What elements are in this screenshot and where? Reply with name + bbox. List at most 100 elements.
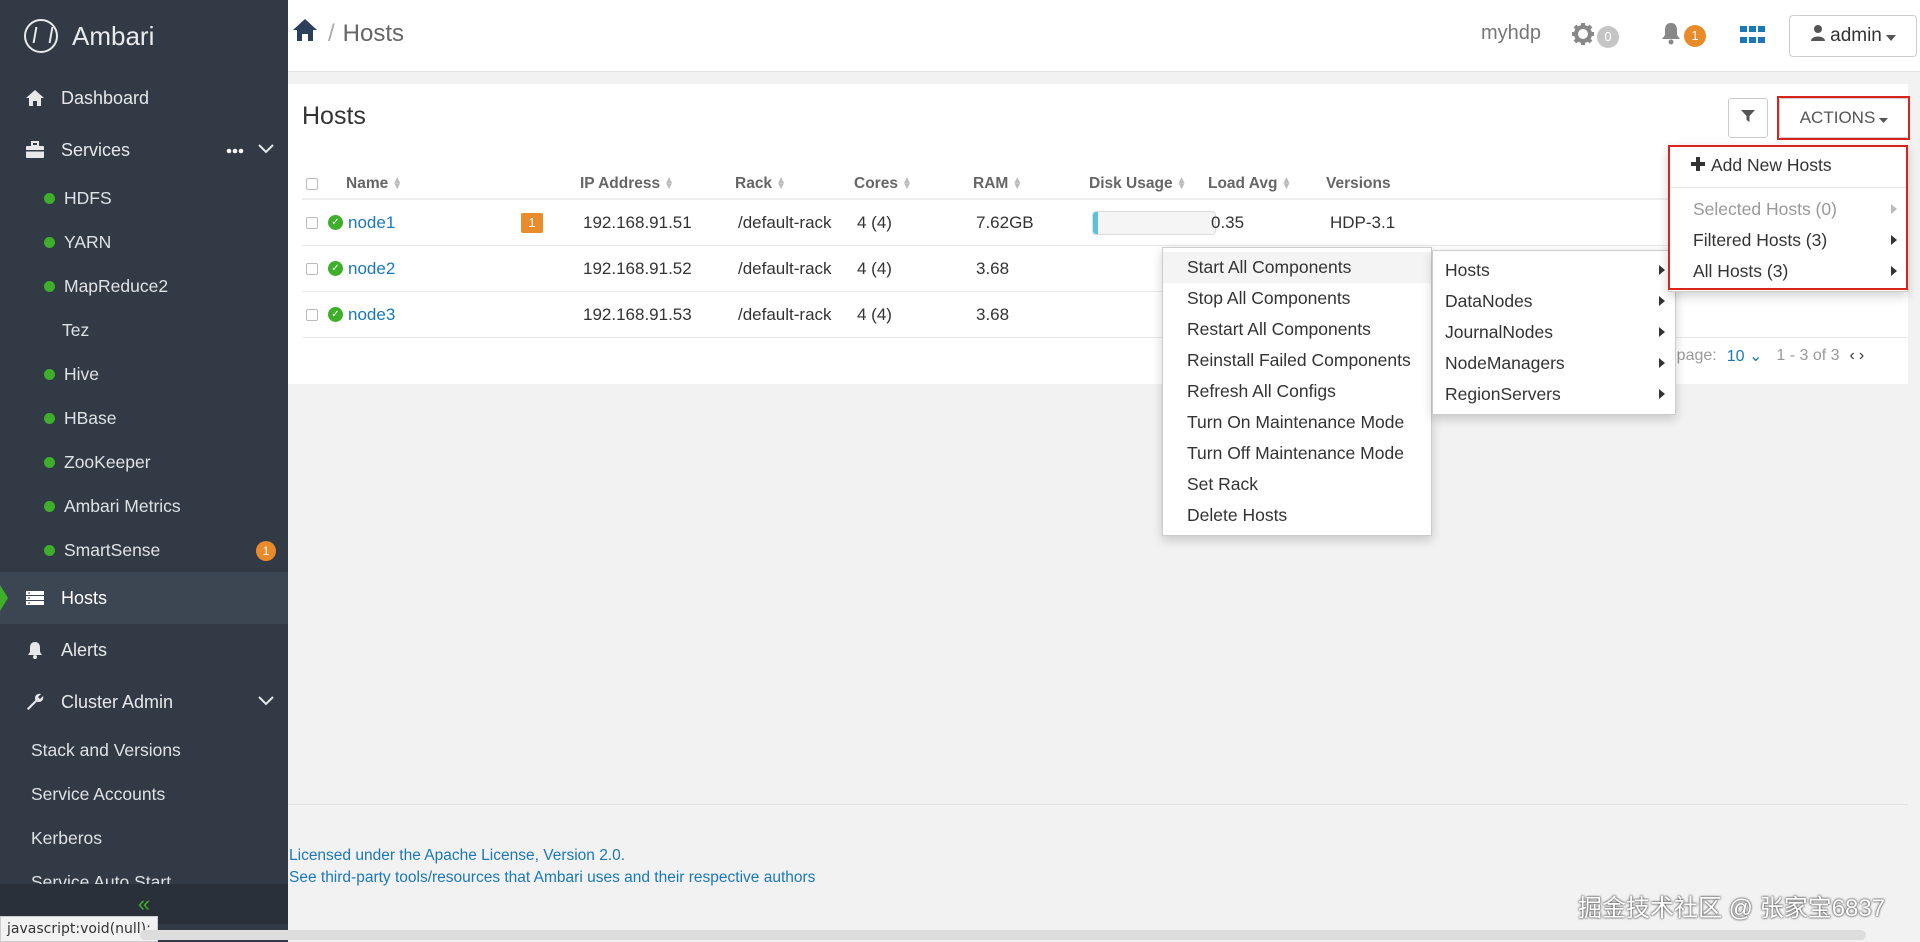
row-checkbox[interactable] — [306, 216, 318, 229]
briefcase-icon — [24, 139, 46, 161]
home-icon[interactable] — [292, 18, 318, 49]
user-menu-button[interactable]: admin — [1789, 15, 1917, 57]
select-all-checkbox[interactable] — [306, 178, 318, 190]
filter-button[interactable] — [1728, 98, 1768, 138]
alerts-button[interactable]: 1 — [1660, 21, 1706, 50]
prev-page-icon[interactable]: ‹ — [1850, 347, 1855, 365]
host-type-label: Hosts — [1445, 260, 1490, 280]
column-header-name[interactable]: Name ▲ ▼ — [346, 175, 402, 193]
sidebar-admin-item[interactable]: Stack and Versions — [0, 728, 288, 772]
sidebar-admin-item[interactable]: Kerberos — [0, 816, 288, 860]
next-page-icon[interactable]: › — [1859, 347, 1864, 365]
column-header-ram[interactable]: RAM ▲ ▼ — [973, 175, 1022, 193]
bell-icon — [1660, 21, 1682, 50]
cluster-name[interactable]: myhdp — [1481, 22, 1541, 45]
host-type-item[interactable]: NodeManagers — [1433, 348, 1675, 379]
status-bar-tooltip: javascript:void(null); — [0, 916, 158, 942]
sidebar-item-dashboard[interactable]: Dashboard — [0, 72, 288, 124]
apps-grid-icon[interactable] — [1740, 26, 1765, 46]
chevron-down-icon[interactable] — [258, 690, 274, 711]
host-type-item[interactable]: RegionServers — [1433, 379, 1675, 410]
background-operations-button[interactable]: 0 — [1571, 22, 1619, 51]
chevron-down-icon[interactable] — [258, 138, 274, 159]
check-circle-icon: ✓ — [328, 261, 343, 276]
sidebar-service-item[interactable]: SmartSense 1 — [0, 528, 288, 572]
sidebar-admin-item[interactable]: Service Accounts — [0, 772, 288, 816]
gear-icon — [1571, 22, 1595, 51]
sidebar-service-item[interactable]: Ambari Metrics — [0, 484, 288, 528]
brand[interactable]: Ambari — [0, 0, 288, 72]
host-name-link[interactable]: node3 — [348, 305, 395, 325]
highlight-box — [1668, 145, 1908, 290]
top-bar: / Hosts myhdp 0 1 admin — [288, 0, 1920, 72]
license-link[interactable]: Licensed under the Apache License, Versi… — [289, 845, 815, 867]
caret-right-icon — [1659, 265, 1665, 275]
sidebar-item-label: Dashboard — [61, 87, 150, 108]
sidebar-service-item[interactable]: MapReduce2 — [0, 264, 288, 308]
column-header-ip[interactable]: IP Address ▲ ▼ — [580, 175, 674, 193]
footer-divider — [288, 804, 1908, 805]
component-action-item[interactable]: Restart All Components — [1163, 314, 1431, 345]
sidebar-service-item[interactable]: Hive — [0, 352, 288, 396]
sidebar-item-cluster-admin[interactable]: Cluster Admin — [0, 676, 288, 728]
ambari-logo-icon — [24, 19, 58, 53]
component-action-item[interactable]: Start All Components — [1163, 252, 1431, 283]
alert-count-badge: 1 — [256, 541, 276, 561]
sidebar-service-item[interactable]: Tez — [0, 308, 288, 352]
per-page-select[interactable]: 10 ⌄ — [1727, 346, 1763, 366]
rack: /default-rack — [738, 304, 832, 324]
sidebar-item-label: Alerts — [61, 639, 108, 660]
status-dot-icon — [44, 500, 55, 512]
sidebar-item-services[interactable]: Services — [0, 124, 288, 176]
horizontal-scrollbar[interactable] — [140, 930, 1866, 940]
sidebar-service-item[interactable]: HBase — [0, 396, 288, 440]
component-action-item[interactable]: Turn On Maintenance Mode — [1163, 407, 1431, 438]
component-action-item[interactable]: Set Rack — [1163, 469, 1431, 500]
sidebar-service-item[interactable]: ZooKeeper — [0, 440, 288, 484]
ops-count-badge: 0 — [1597, 25, 1619, 48]
third-party-link[interactable]: See third-party tools/resources that Amb… — [289, 867, 815, 889]
host-alert-badge[interactable]: 1 — [521, 212, 543, 233]
service-label: ZooKeeper — [64, 451, 151, 472]
alerts-count-badge: 1 — [1684, 24, 1706, 47]
ip-address: 192.168.91.52 — [583, 258, 692, 278]
host-type-item[interactable]: Hosts — [1433, 255, 1675, 286]
sidebar-item-hosts[interactable]: Hosts — [0, 572, 288, 624]
ram: 3.68 — [976, 258, 1010, 278]
status-dot-icon — [44, 236, 55, 248]
service-label: HBase — [64, 407, 117, 428]
service-label: YARN — [64, 231, 112, 252]
version: HDP-3.1 — [1330, 212, 1396, 232]
column-header-load[interactable]: Load Avg ▲ ▼ — [1208, 175, 1291, 193]
ip-address: 192.168.91.51 — [583, 212, 692, 232]
service-label: MapReduce2 — [64, 275, 169, 296]
service-label: HDFS — [64, 187, 112, 208]
column-header-versions[interactable]: Versions — [1326, 175, 1391, 193]
host-name-link[interactable]: node1 — [348, 213, 395, 233]
cores: 4 (4) — [857, 212, 892, 232]
column-header-cores[interactable]: Cores ▲ ▼ — [854, 175, 912, 193]
service-label: SmartSense — [64, 539, 161, 560]
host-name-link[interactable]: node2 — [348, 259, 395, 279]
row-checkbox[interactable] — [306, 308, 318, 321]
sidebar-service-item[interactable]: YARN — [0, 220, 288, 264]
component-actions-menu: Start All Components Stop All Components R… — [1162, 247, 1432, 536]
sidebar-item-alerts[interactable]: Alerts — [0, 624, 288, 676]
column-header-rack[interactable]: Rack ▲ ▼ — [735, 175, 786, 193]
host-type-item[interactable]: DataNodes — [1433, 286, 1675, 317]
row-checkbox[interactable] — [306, 262, 318, 275]
server-icon — [24, 587, 46, 609]
component-action-item[interactable]: Refresh All Configs — [1163, 376, 1431, 407]
more-icon[interactable] — [226, 138, 244, 159]
pagination: er page: 10 ⌄ 1 - 3 of 3 ‹ › — [1658, 346, 1864, 366]
highlight-box — [1777, 96, 1910, 140]
host-type-item[interactable]: JournalNodes — [1433, 317, 1675, 348]
component-action-item[interactable]: Reinstall Failed Components — [1163, 345, 1431, 376]
component-action-item[interactable]: Delete Hosts — [1163, 500, 1431, 531]
sidebar-service-item[interactable]: HDFS — [0, 176, 288, 220]
column-header-disk[interactable]: Disk Usage ▲ ▼ — [1089, 175, 1187, 193]
watermark-text: 掘金技术社区 @ 张家宝6837 — [1578, 895, 1886, 922]
component-action-item[interactable]: Stop All Components — [1163, 283, 1431, 314]
cluster-admin-list: Stack and Versions Service Accounts Kerber… — [0, 728, 288, 904]
component-action-item[interactable]: Turn Off Maintenance Mode — [1163, 438, 1431, 469]
